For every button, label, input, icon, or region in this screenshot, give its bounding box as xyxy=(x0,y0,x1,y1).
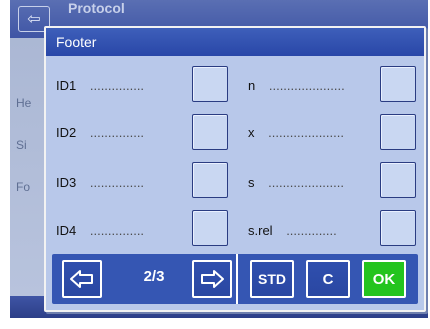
underlying-item-3: Fo xyxy=(16,180,31,194)
left-arrow-icon xyxy=(70,270,93,288)
id2-label: ID2 xyxy=(56,125,77,140)
s-field[interactable] xyxy=(380,162,416,198)
srel-field[interactable] xyxy=(380,210,416,246)
row-s-label: s ..................... xyxy=(248,175,344,190)
button-separator xyxy=(236,254,238,304)
n-field[interactable] xyxy=(380,66,416,102)
id4-field[interactable] xyxy=(192,210,228,246)
button-bar: 2/3 STD C OK xyxy=(52,254,418,304)
page-indicator: 2/3 xyxy=(143,268,165,285)
id1-dots: ............... xyxy=(89,78,145,93)
id1-label: ID1 xyxy=(56,78,77,93)
row-n-label: n ..................... xyxy=(248,78,345,93)
x-field[interactable] xyxy=(380,114,416,150)
clear-button[interactable]: C xyxy=(306,260,350,298)
row-x-label: x ..................... xyxy=(248,125,344,140)
n-label: n xyxy=(248,78,256,93)
dialog-title: Footer xyxy=(46,28,424,56)
ok-button[interactable]: OK xyxy=(362,260,406,298)
id1-field[interactable] xyxy=(192,66,228,102)
right-arrow-icon xyxy=(201,270,224,288)
id3-field[interactable] xyxy=(192,162,228,198)
id3-dots: ............... xyxy=(89,175,145,190)
id2-field[interactable] xyxy=(192,114,228,150)
std-button[interactable]: STD xyxy=(250,260,294,298)
id4-dots: ............... xyxy=(89,223,145,238)
s-label: s xyxy=(248,175,255,190)
srel-dots: .............. xyxy=(286,223,337,238)
next-page-button[interactable] xyxy=(192,260,232,298)
underlying-item-2: Si xyxy=(16,138,27,152)
background-screen: ⇦ Protocol He Si Fo Footer ID1 .........… xyxy=(10,0,428,318)
prev-page-button[interactable] xyxy=(62,260,102,298)
row-srel-label: s.rel .............. xyxy=(248,223,337,238)
row-id4-label: ID4 ............... xyxy=(56,223,144,238)
srel-label: s.rel xyxy=(248,223,273,238)
n-dots: ..................... xyxy=(268,78,345,93)
row-id3-label: ID3 ............... xyxy=(56,175,144,190)
id2-dots: ............... xyxy=(89,125,145,140)
id4-label: ID4 xyxy=(56,223,77,238)
id3-label: ID3 xyxy=(56,175,77,190)
x-label: x xyxy=(248,125,255,140)
underlying-item-1: He xyxy=(16,96,32,110)
x-dots: ..................... xyxy=(268,125,344,140)
row-id1-label: ID1 ............... xyxy=(56,78,144,93)
footer-dialog: Footer ID1 ............... ID2 .........… xyxy=(44,26,426,312)
underlying-title: Protocol xyxy=(68,0,125,16)
row-id2-label: ID2 ............... xyxy=(56,125,144,140)
s-dots: ..................... xyxy=(268,175,344,190)
